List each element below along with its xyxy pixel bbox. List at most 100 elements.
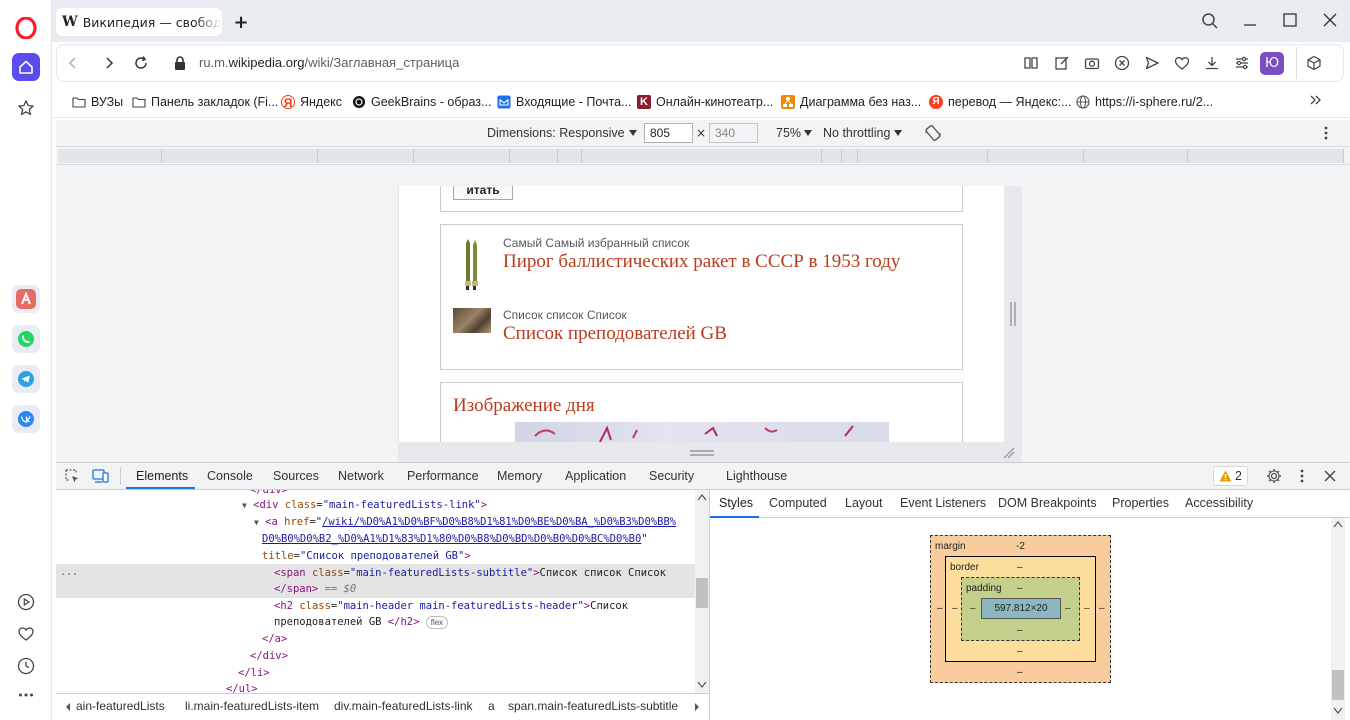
tab-performance[interactable]: Performance — [407, 469, 479, 483]
code-line[interactable]: ▼ <a href="/wiki/%D0%A1%D0%BF%D0%B8%D1%8… — [254, 514, 676, 531]
favorite-icon[interactable] — [1174, 55, 1190, 71]
send-icon[interactable] — [1144, 55, 1160, 71]
margin-top-value[interactable]: -2 — [1016, 541, 1025, 552]
href-link[interactable]: /wiki/%D0%A1%D0%BF%D0%B8%D1%81%D0%BE%D0%… — [322, 516, 676, 528]
padding-top-value[interactable]: – — [1017, 583, 1023, 594]
player-icon[interactable] — [12, 588, 40, 616]
code-line[interactable]: преподователей GB </h2> flex — [274, 614, 449, 631]
tab-elements[interactable]: Elements — [136, 469, 188, 483]
home-icon[interactable] — [12, 53, 40, 81]
bookmark-item[interactable]: Панель закладок (Fi... — [132, 93, 278, 111]
image-of-day-picture[interactable] — [515, 422, 889, 442]
media-query-segment[interactable] — [822, 149, 842, 163]
bookmark-item[interactable]: Яперевод — Яндекс:... — [929, 93, 1071, 111]
code-line[interactable]: title="Список преподователей GB"> — [262, 548, 471, 565]
breadcrumb-item[interactable]: div.main-featuredLists-link — [334, 699, 473, 713]
heart-icon[interactable] — [12, 620, 40, 648]
width-input[interactable] — [644, 123, 693, 143]
devtools-menu-icon[interactable] — [1296, 468, 1308, 484]
expand-triangle-icon[interactable]: ▼ — [254, 518, 259, 527]
more-icon[interactable] — [12, 681, 40, 709]
breadcrumb-item[interactable]: li.main-featuredLists-item — [185, 699, 319, 713]
border-top-value[interactable]: – — [1017, 562, 1023, 573]
rocket-thumbnail[interactable] — [459, 237, 483, 293]
border-left-value[interactable]: – — [952, 603, 958, 614]
subtab-computed[interactable]: Computed — [769, 496, 827, 510]
dimensions-dropdown[interactable]: Dimensions: Responsive — [487, 126, 638, 140]
padding-bottom-value[interactable]: – — [1017, 625, 1023, 636]
media-query-segment[interactable] — [582, 149, 822, 163]
close-window-icon[interactable] — [1322, 12, 1338, 28]
tab-console[interactable]: Console — [207, 469, 253, 483]
cat-thumbnail[interactable] — [453, 308, 491, 333]
margin-right-value[interactable]: – — [1099, 603, 1105, 614]
subtab-event-listeners[interactable]: Event Listeners — [900, 496, 986, 510]
bookmark-item[interactable]: K Онлайн-кинотеатр... — [637, 93, 773, 111]
styles-scrollbar[interactable] — [1331, 518, 1345, 720]
border-right-value[interactable]: – — [1084, 603, 1090, 614]
media-query-segment[interactable] — [558, 149, 582, 163]
download-icon[interactable] — [1204, 55, 1220, 71]
extensions-cube-icon[interactable] — [1306, 55, 1322, 71]
read-button[interactable]: итать — [453, 186, 513, 200]
code-line[interactable]: </li> — [238, 665, 270, 682]
node-actions-ellipsis[interactable]: ... — [60, 564, 78, 581]
aria-icon[interactable] — [12, 285, 40, 313]
maximize-icon[interactable] — [1282, 12, 1298, 28]
expand-triangle-icon[interactable]: ▼ — [242, 501, 247, 510]
resize-handle-bottom[interactable] — [398, 442, 1022, 462]
opera-logo-icon[interactable] — [12, 14, 40, 42]
tab-network[interactable]: Network — [338, 469, 384, 483]
media-query-segment[interactable] — [1188, 149, 1344, 163]
bookmark-item[interactable]: GeekBrains - образ... — [352, 93, 491, 111]
box-model-content[interactable]: 597.812×20 — [981, 598, 1061, 619]
tab-security[interactable]: Security — [649, 469, 694, 483]
browser-tab[interactable]: W Википедия — свободная — [56, 8, 222, 36]
adblock-icon[interactable] — [1114, 55, 1130, 71]
margin-left-value[interactable]: – — [937, 603, 943, 614]
media-query-segment[interactable] — [1084, 149, 1188, 163]
bookmark-item[interactable]: Диаграмма без наз... — [781, 93, 921, 111]
padding-right-value[interactable]: – — [1065, 603, 1071, 614]
bookmark-item[interactable]: ВУЗы — [72, 93, 123, 111]
forward-icon[interactable] — [101, 55, 117, 71]
device-mode-icon[interactable] — [92, 468, 110, 484]
code-line[interactable]: ▼ <div class="main-featuredLists-link"> — [242, 497, 487, 514]
featured-header-link[interactable]: Пирог баллистических ракет в СССР в 1953… — [503, 251, 900, 273]
history-icon[interactable] — [12, 652, 40, 680]
tab-lighthouse[interactable]: Lighthouse — [726, 469, 787, 483]
back-icon[interactable] — [65, 55, 81, 71]
close-devtools-icon[interactable] — [1323, 469, 1337, 483]
tab-sources[interactable]: Sources — [273, 469, 319, 483]
rotate-icon[interactable] — [924, 124, 942, 142]
bookmark-item[interactable]: Я Яндекс — [281, 93, 342, 111]
subtab-properties[interactable]: Properties — [1112, 496, 1169, 510]
reload-icon[interactable] — [133, 55, 149, 71]
profile-avatar[interactable]: Ю — [1260, 52, 1284, 75]
code-line[interactable]: <span class="main-featuredLists-subtitle… — [274, 565, 666, 582]
media-query-segment[interactable] — [414, 149, 510, 163]
edit-icon[interactable] — [1054, 55, 1070, 71]
tab-search-icon[interactable] — [1201, 12, 1219, 30]
tab-memory[interactable]: Memory — [497, 469, 542, 483]
code-line[interactable]: </a> — [262, 631, 287, 648]
code-line[interactable]: <h2 class="main-header main-featuredList… — [274, 598, 628, 615]
more-bookmarks-icon[interactable] — [1308, 92, 1324, 108]
height-input[interactable] — [709, 123, 758, 143]
featured-header-link[interactable]: Список преподователей GB — [503, 323, 727, 345]
media-query-segment[interactable] — [988, 149, 1084, 163]
code-line[interactable]: </div> — [250, 648, 288, 665]
device-more-icon[interactable] — [1320, 125, 1332, 141]
settings-gear-icon[interactable] — [1266, 468, 1282, 484]
zoom-dropdown[interactable]: 75% — [776, 126, 813, 140]
bookmark-item[interactable]: Входящие - Почта... — [497, 93, 632, 111]
padding-left-value[interactable]: – — [970, 603, 976, 614]
throttling-dropdown[interactable]: No throttling — [823, 126, 903, 140]
easy-setup-icon[interactable] — [1234, 55, 1250, 71]
telegram-icon[interactable] — [12, 365, 40, 393]
tab-application[interactable]: Application — [565, 469, 626, 483]
lock-icon[interactable] — [173, 55, 187, 71]
bookmark-item[interactable]: https://i-sphere.ru/2... — [1076, 93, 1213, 111]
elements-scrollbar[interactable] — [695, 490, 709, 693]
warnings-badge[interactable]: 2 — [1213, 466, 1248, 486]
